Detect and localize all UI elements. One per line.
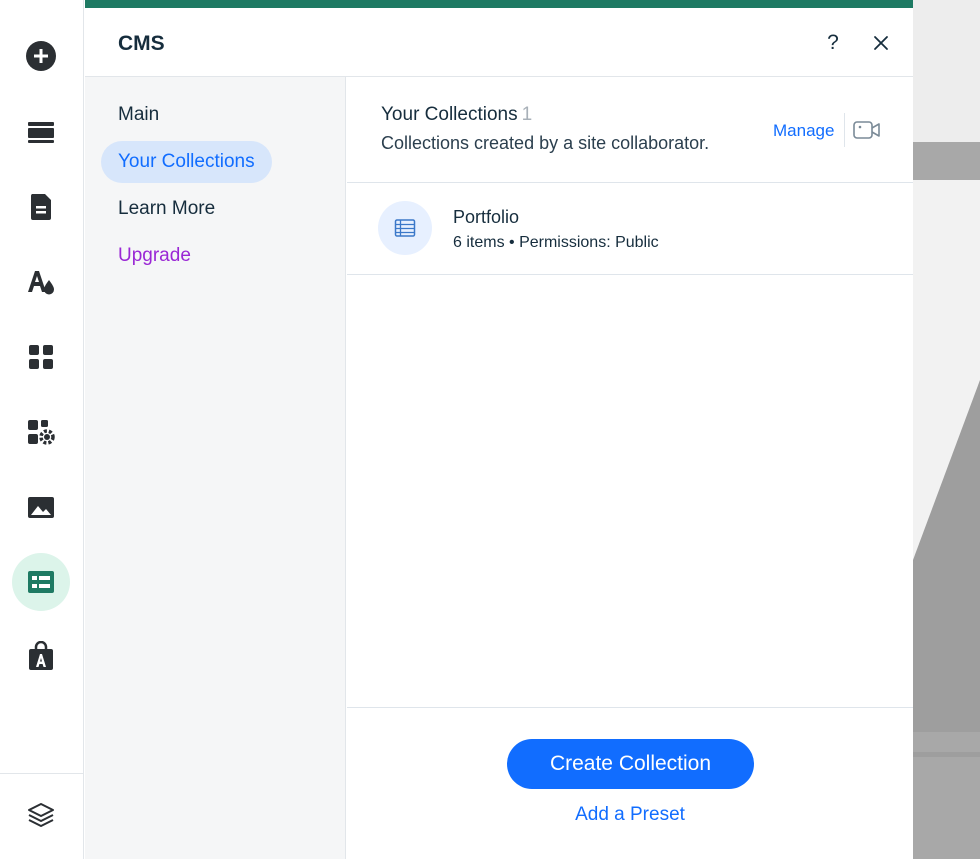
collections-content: Your Collections 1 Collections created by… [347,77,913,859]
collections-title-text: Your Collections [381,104,518,125]
collections-subtitle: Collections created by a site collaborat… [381,133,710,153]
site-canvas[interactable] [913,0,980,859]
cms-icon [28,571,54,593]
add-icon [26,41,56,71]
tool-rail [0,0,84,859]
business-apps-icon [28,420,55,445]
theme-button[interactable] [12,253,70,311]
panel-title: CMS [118,32,165,55]
pages-icon [30,194,51,220]
cms-button[interactable] [12,553,70,611]
manage-link[interactable]: Manage [773,121,834,141]
nav-item-main[interactable]: Main [101,94,176,136]
sections-button[interactable] [12,103,70,161]
panel-header: CMS ? [85,8,913,77]
collection-icon-wrap [378,201,432,255]
nav-item-learn-more[interactable]: Learn More [101,188,232,230]
business-apps-button[interactable] [12,403,70,461]
collection-name: Portfolio [453,207,520,227]
apps-button[interactable] [12,328,70,386]
panel-side-nav: Main Your Collections Learn More Upgrade [85,77,346,859]
add-preset-link[interactable]: Add a Preset [347,804,913,826]
panel-brand-bar [85,0,913,8]
video-camera-icon [853,121,880,139]
video-tutorial-button[interactable] [852,117,882,143]
close-icon [874,36,888,50]
panel-footer: Create Collection Add a Preset [347,707,913,859]
collections-count: 1 [521,104,533,125]
sections-icon [28,122,54,143]
collections-title: Your Collections 1 [381,104,532,126]
app-market-button[interactable] [12,628,70,686]
help-button[interactable]: ? [822,28,844,58]
media-icon [28,497,54,518]
collection-table-icon [394,219,416,237]
layers-icon [28,803,54,827]
create-collection-button[interactable]: Create Collection [507,739,754,789]
media-button[interactable] [12,478,70,536]
nav-item-upgrade[interactable]: Upgrade [101,235,208,277]
add-elements-button[interactable] [12,27,70,85]
canvas-shape [913,380,980,859]
layers-button[interactable] [12,786,70,844]
app-market-icon [29,641,53,670]
theme-icon [28,271,54,295]
pages-button[interactable] [12,178,70,236]
close-button[interactable] [868,30,894,56]
collection-row-portfolio[interactable]: Portfolio 6 items • Permissions: Public [347,183,913,275]
nav-item-your-collections[interactable]: Your Collections [101,141,272,183]
apps-icon [29,345,53,369]
collections-header: Your Collections 1 Collections created by… [347,77,913,183]
rail-divider [0,773,84,774]
collection-meta: 6 items • Permissions: Public [453,234,659,251]
header-divider [844,113,845,147]
cms-panel: CMS ? Main Your Collections Learn More U… [85,0,913,859]
